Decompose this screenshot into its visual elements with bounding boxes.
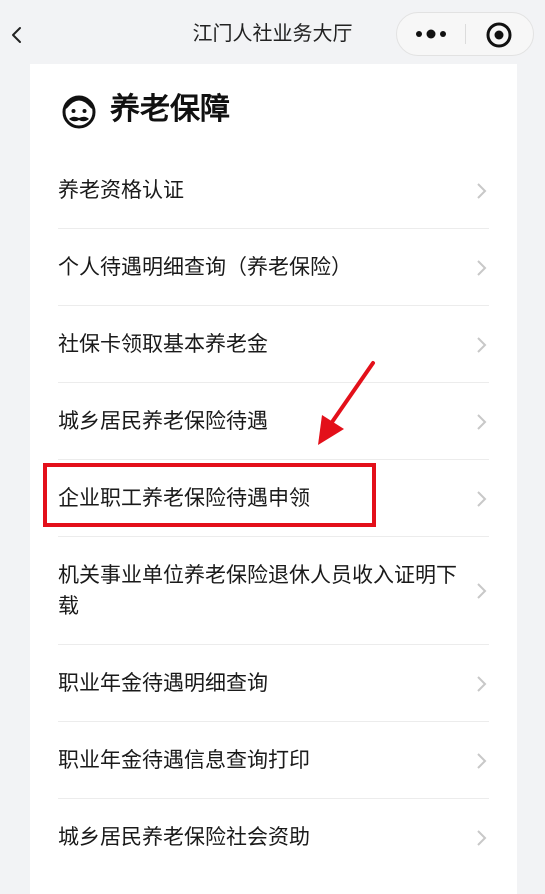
menu-item-social-card-pension[interactable]: 社保卡领取基本养老金 xyxy=(30,306,517,383)
chevron-right-icon xyxy=(477,414,487,430)
section-title: 养老保障 xyxy=(110,92,230,127)
menu-item-label: 企业职工养老保险待遇申领 xyxy=(58,486,310,510)
nav-bar: 江门人社业务大厅 xyxy=(0,0,545,64)
grandpa-face-icon xyxy=(62,95,96,129)
menu-item-annuity-info-print[interactable]: 职业年金待遇信息查询打印 xyxy=(30,722,517,799)
chevron-right-icon xyxy=(477,676,487,692)
chevron-right-icon xyxy=(477,830,487,846)
chevron-right-icon xyxy=(477,183,487,199)
menu-item-label: 城乡居民养老保险社会资助 xyxy=(58,825,310,849)
target-circle-icon xyxy=(486,22,512,48)
menu-item-label: 养老资格认证 xyxy=(58,178,184,202)
menu-item-resident-pension-subsidy[interactable]: 城乡居民养老保险社会资助 xyxy=(30,799,517,876)
menu-item-label: 职业年金待遇明细查询 xyxy=(58,671,268,695)
menu-item-resident-pension-benefit[interactable]: 城乡居民养老保险待遇 xyxy=(30,383,517,460)
menu-item-label: 社保卡领取基本养老金 xyxy=(58,332,268,356)
chevron-right-icon xyxy=(477,753,487,769)
content-card: 养老保障 养老资格认证 个人待遇明细查询（养老保险） 社保卡领取基本养老金 城乡… xyxy=(30,64,517,894)
capsule-menu xyxy=(396,12,534,56)
menu-item-label: 职业年金待遇信息查询打印 xyxy=(58,748,310,772)
menu-item-annuity-detail-query[interactable]: 职业年金待遇明细查询 xyxy=(30,645,517,722)
close-button[interactable] xyxy=(466,13,533,55)
chevron-right-icon xyxy=(477,260,487,276)
menu-item-label: 机关事业单位养老保险退休人员收入证明下载 xyxy=(58,563,457,618)
menu-item-label: 城乡居民养老保险待遇 xyxy=(58,409,268,433)
chevron-right-icon xyxy=(477,583,487,599)
menu-item-institution-income-certificate[interactable]: 机关事业单位养老保险退休人员收入证明下载 xyxy=(30,537,517,645)
chevron-right-icon xyxy=(477,491,487,507)
menu-item-label: 个人待遇明细查询（养老保险） xyxy=(58,255,352,279)
menu-item-employee-pension-claim[interactable]: 企业职工养老保险待遇申领 xyxy=(30,460,517,537)
chevron-right-icon xyxy=(477,337,487,353)
more-dots-icon xyxy=(416,29,446,39)
menu-item-personal-benefit-query[interactable]: 个人待遇明细查询（养老保险） xyxy=(30,229,517,306)
menu-item-pension-qualification[interactable]: 养老资格认证 xyxy=(30,152,517,229)
more-button[interactable] xyxy=(397,13,465,55)
